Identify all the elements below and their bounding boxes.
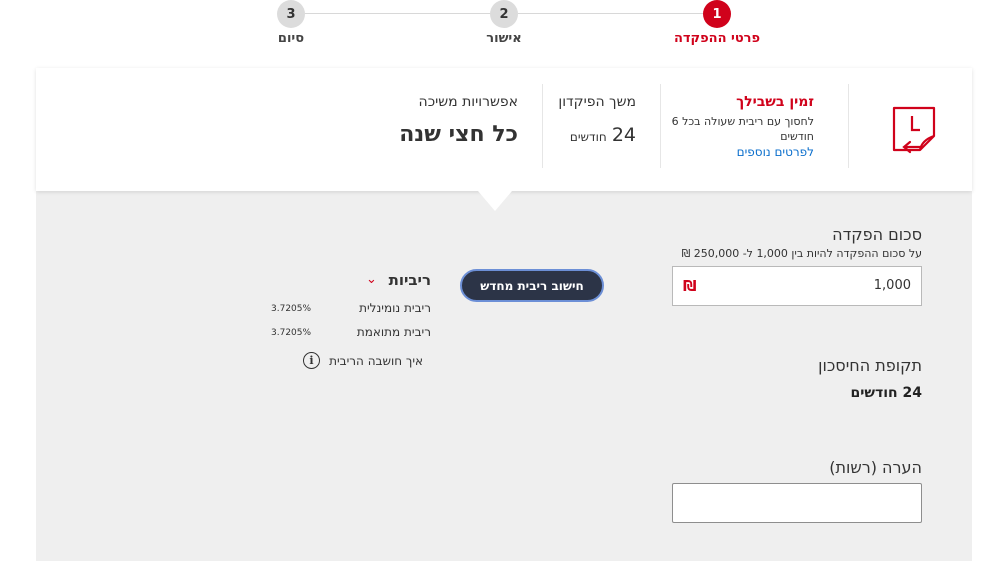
note-input[interactable] — [672, 483, 922, 523]
promo-subtitle: לחסוך עם ריבית שעולה בכל 6 חודשים — [671, 115, 814, 143]
shekel-icon: ₪ — [683, 277, 697, 295]
deposit-amount-title: סכום הפקדה — [832, 225, 922, 244]
stepper-connector — [518, 13, 703, 14]
savings-period-title: תקופת החיסכון — [818, 356, 922, 375]
deposit-amount-hint: על סכום ההפקדה להיות בין 1,000 ל- 250,00… — [681, 247, 922, 260]
deposit-amount-value: 1,000 — [873, 278, 911, 293]
deposit-term-number: 24 — [611, 124, 636, 146]
withdraw-options-label: אפשרויות משיכה — [418, 94, 518, 110]
step-3-circle: 3 — [277, 0, 305, 28]
calendar-clock-icon — [890, 106, 938, 158]
rate-calculation-info[interactable]: i איך חושבה הריבית — [303, 350, 423, 369]
step-1-label: פרטי ההפקדה — [673, 31, 761, 46]
card-divider — [542, 84, 543, 168]
savings-period-value: 24 חודשים — [850, 385, 923, 401]
note-title: הערה (רשות) — [829, 458, 922, 477]
rates-title[interactable]: ריביות — [389, 271, 431, 289]
deposit-term-unit: חודשים — [569, 130, 607, 144]
card-divider — [660, 84, 661, 168]
adjusted-rate-value: 3.7205% — [271, 328, 312, 338]
deposit-term-label: משך הפיקדון — [558, 94, 636, 110]
adjusted-rate-label: ריבית מתואמת — [356, 325, 431, 339]
rate-calculation-info-text[interactable]: איך חושבה הריבית — [329, 354, 423, 368]
step-2-circle: 2 — [490, 0, 518, 28]
recalculate-interest-button[interactable]: חישוב ריבית מחדש — [460, 269, 604, 302]
stepper-connector — [305, 13, 491, 14]
card-divider — [848, 84, 849, 168]
info-icon[interactable]: i — [303, 352, 320, 369]
deposit-amount-input[interactable]: ₪ 1,000 — [672, 266, 922, 306]
card-pointer-arrow — [478, 191, 512, 211]
progress-stepper: 1 פרטי ההפקדה 2 אישור 3 סיום — [0, 0, 986, 60]
deposit-term-value: 24 חודשים — [570, 124, 636, 146]
nominal-rate-value: 3.7205% — [271, 304, 312, 314]
nominal-rate-label: ריבית נומינלית — [359, 301, 431, 315]
promo-title: זמין בשבילך — [736, 94, 814, 110]
summary-card: זמין בשבילך לחסוך עם ריבית שעולה בכל 6 ח… — [36, 68, 972, 191]
step-1-circle: 1 — [703, 0, 731, 28]
chevron-down-icon[interactable]: ⌄ — [366, 272, 377, 287]
step-2-label: אישור — [486, 31, 522, 46]
more-details-link[interactable]: לפרטים נוספים — [737, 145, 814, 159]
step-3-label: סיום — [277, 31, 305, 46]
withdraw-options-value: כל חצי שנה — [399, 122, 518, 147]
